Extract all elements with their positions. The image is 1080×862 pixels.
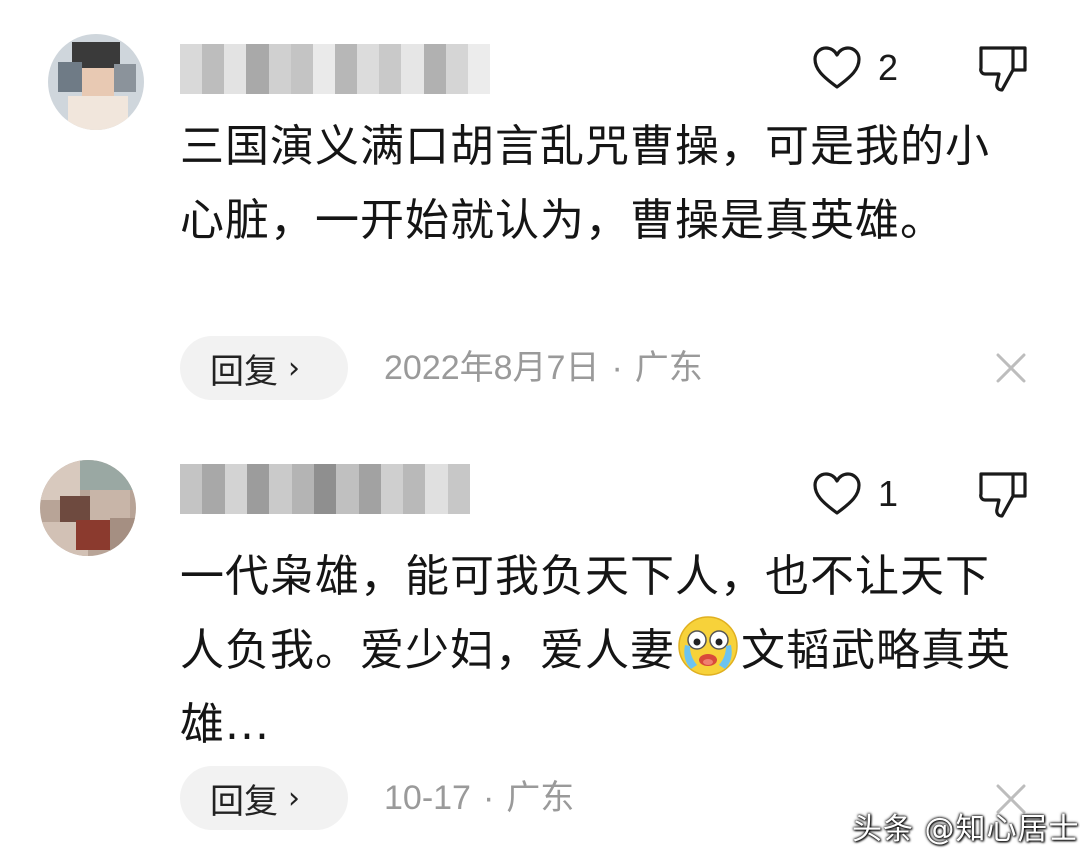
- comment-location: 广东: [634, 349, 703, 387]
- dislike-button[interactable]: [975, 466, 1031, 522]
- username-blurred[interactable]: [180, 44, 490, 94]
- meta-separator: ·: [611, 349, 623, 387]
- reply-label: 回复: [210, 351, 278, 392]
- thumbs-down-outline-icon: [979, 46, 1027, 92]
- close-button[interactable]: [994, 351, 1028, 385]
- avatar[interactable]: [40, 460, 136, 556]
- comment-date: 10-17: [384, 779, 471, 817]
- chevron-right-icon: ›: [288, 350, 300, 386]
- crying-laughing-emoji-icon: [678, 616, 738, 676]
- watermark: 头条 @知心居士: [852, 812, 1080, 847]
- chevron-right-icon: ›: [288, 780, 300, 816]
- like-button[interactable]: 2: [812, 38, 898, 98]
- comment-item: 1 一代枭雄，能可我负天下人，也不让天下人负我。爱少妇，爱人妻 文韬武略真英雄.…: [0, 430, 1080, 862]
- like-button[interactable]: 1: [812, 464, 898, 524]
- comment-item: 2 三国演义满口胡言乱咒曹操，可是我的小心脏，一开始就认为，曹操是真英雄。 回复…: [0, 0, 1080, 430]
- comment-text: 三国演义满口胡言乱咒曹操，可是我的小心脏，一开始就认为，曹操是真英雄。: [180, 121, 990, 246]
- comment-text: 一代枭雄，能可我负天下人，也不让天下人负我。爱少妇，爱人妻 文韬武略真英雄...: [180, 540, 1020, 762]
- dislike-button[interactable]: [975, 40, 1031, 96]
- comment-meta: 10-17 · 广东: [384, 766, 574, 830]
- reply-button[interactable]: 回复 ›: [180, 766, 348, 830]
- avatar[interactable]: [48, 34, 144, 130]
- close-x-icon: [996, 353, 1026, 383]
- reply-label: 回复: [210, 781, 278, 822]
- comment-date: 2022年8月7日: [384, 349, 600, 387]
- heart-outline-icon: [813, 472, 861, 515]
- heart-outline-icon: [813, 46, 861, 89]
- like-count: 1: [878, 473, 899, 514]
- meta-separator: ·: [482, 779, 495, 817]
- reply-button[interactable]: 回复 ›: [180, 336, 348, 400]
- username-blurred[interactable]: [180, 464, 470, 514]
- comment-meta: 2022年8月7日 · 广东: [384, 336, 703, 400]
- like-count: 2: [878, 47, 899, 88]
- thumbs-down-outline-icon: [979, 472, 1027, 518]
- comment-location: 广东: [506, 779, 575, 817]
